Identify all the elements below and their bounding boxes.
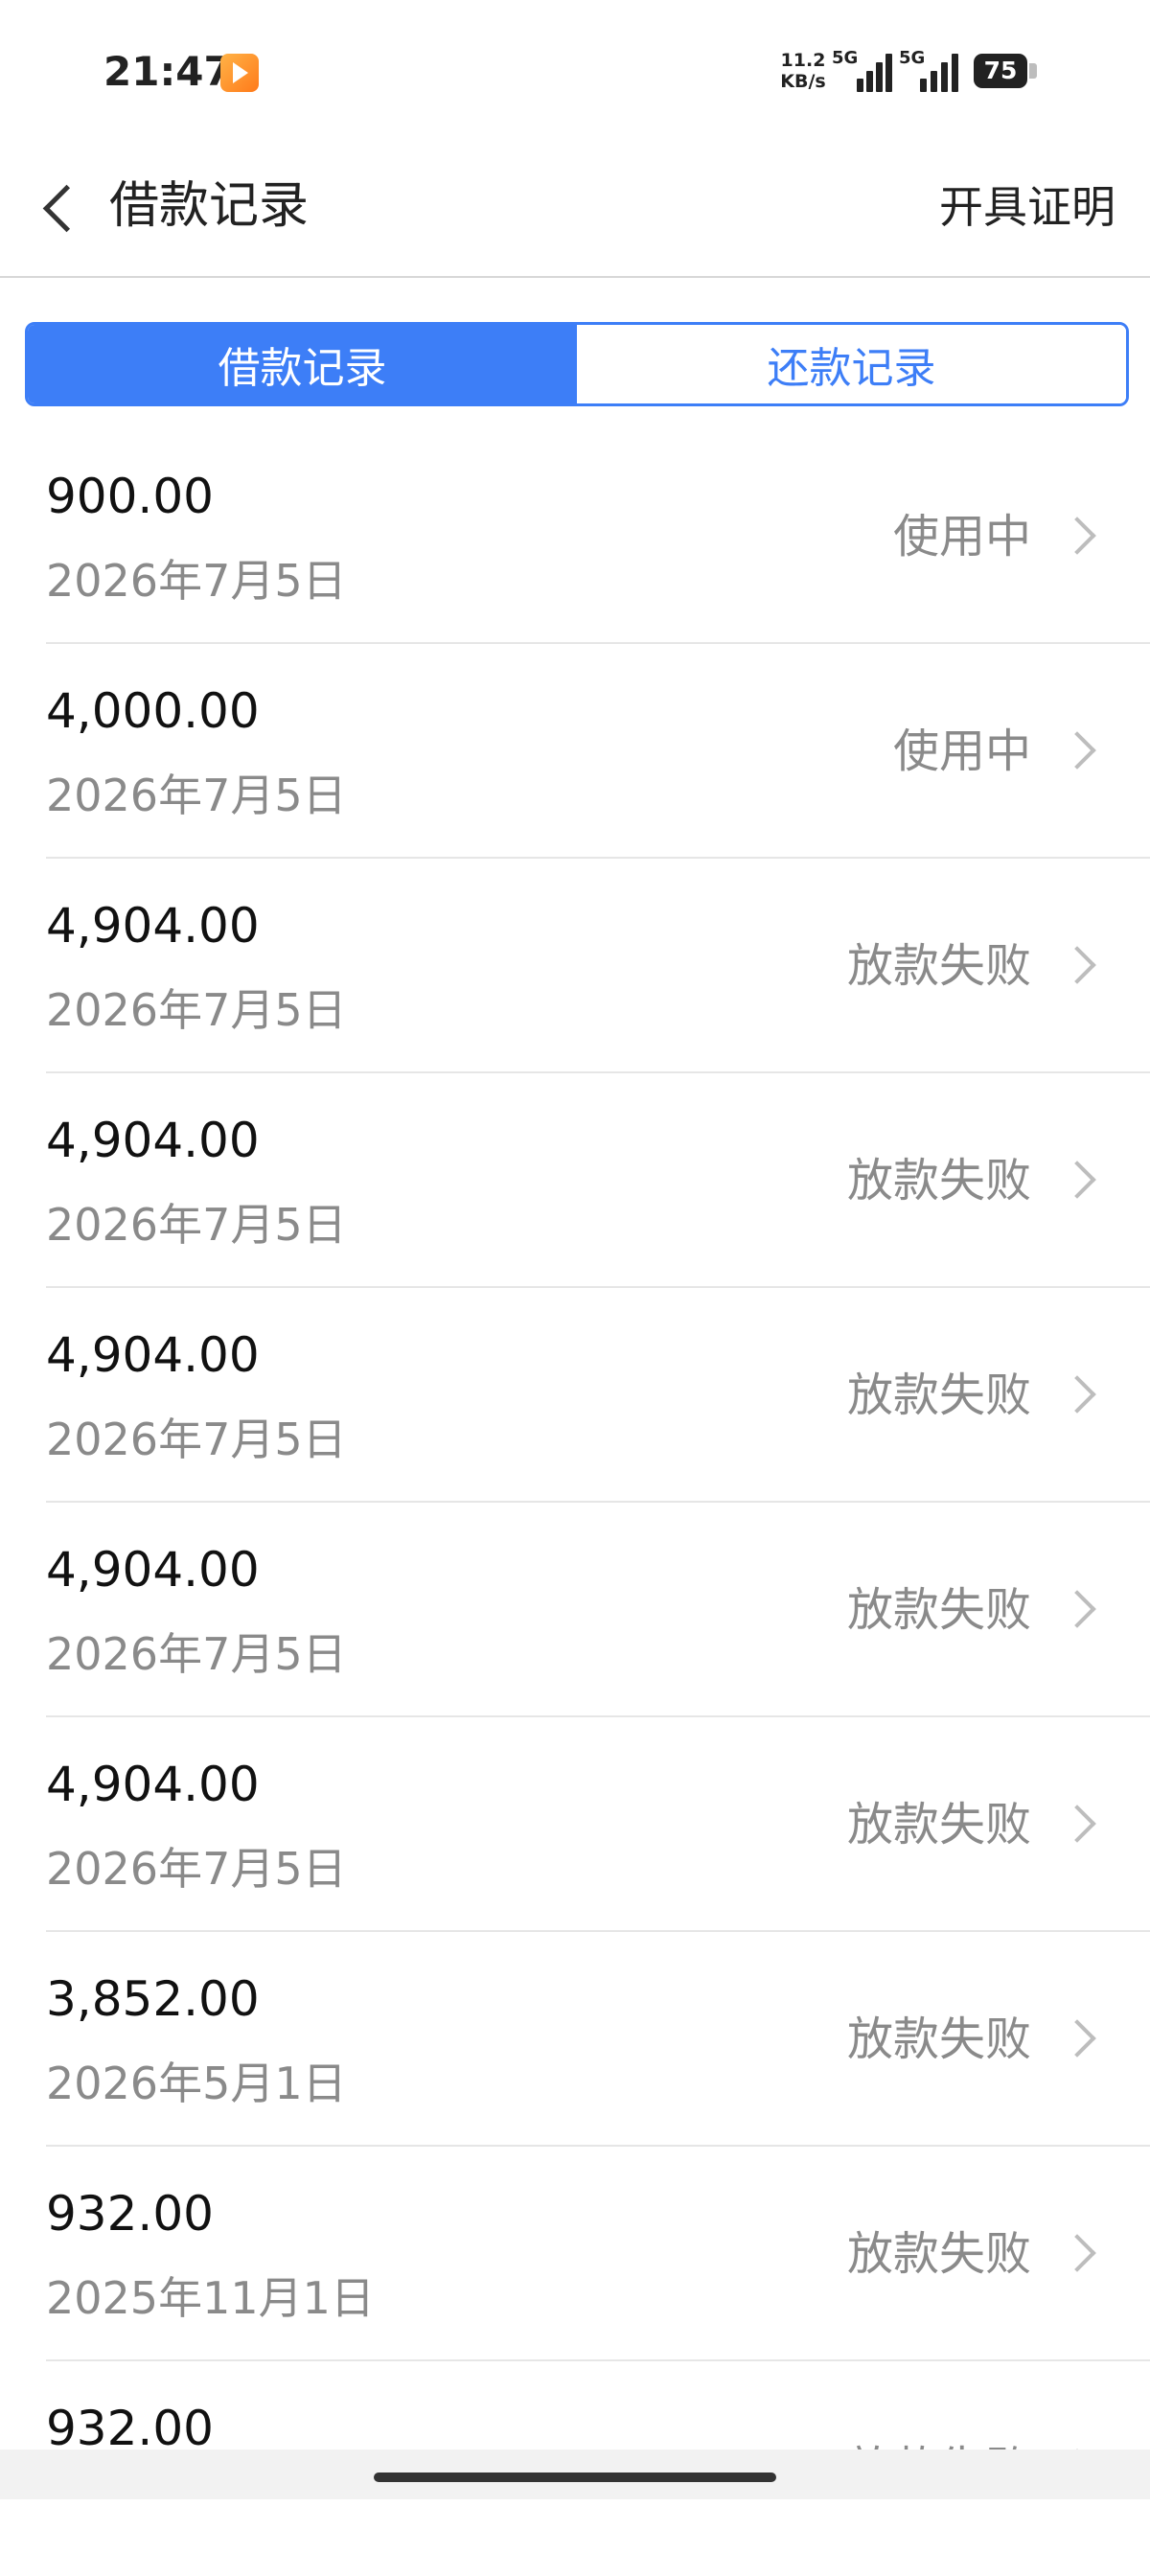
signal-1-icon <box>857 50 895 92</box>
record-date: 2026年7月5日 <box>46 555 347 607</box>
record-status: 使用中 <box>892 510 1031 564</box>
battery-cap <box>1029 63 1037 79</box>
list-item[interactable]: 4,000.00 2026年7月5日 使用中 <box>0 644 1150 859</box>
record-amount: 4,904.00 <box>46 1542 260 1598</box>
list-item[interactable]: 4,904.00 2026年7月5日 放款失败 <box>0 1288 1150 1503</box>
record-date: 2026年7月5日 <box>46 984 347 1036</box>
record-amount: 932.00 <box>46 2401 214 2456</box>
record-status: 放款失败 <box>846 2227 1031 2281</box>
record-date: 2026年7月5日 <box>46 770 347 821</box>
record-tabs: 借款记录 还款记录 <box>25 322 1129 406</box>
list-item[interactable]: 4,904.00 2026年7月5日 放款失败 <box>0 859 1150 1073</box>
record-date: 2026年7月5日 <box>46 1628 347 1680</box>
record-amount: 4,904.00 <box>46 1757 260 1812</box>
tab-repayment-records[interactable]: 还款记录 <box>577 325 1126 403</box>
chevron-right-icon <box>1058 2019 1096 2058</box>
list-item[interactable]: 900.00 2026年7月5日 使用中 <box>0 429 1150 644</box>
battery-icon: 75 <box>974 54 1027 88</box>
chevron-right-icon <box>1058 1161 1096 1199</box>
chevron-right-icon <box>1058 731 1096 770</box>
tab-borrow-records[interactable]: 借款记录 <box>28 325 577 403</box>
record-status: 使用中 <box>892 724 1031 778</box>
record-status: 放款失败 <box>846 1368 1031 1422</box>
record-status: 放款失败 <box>846 2012 1031 2066</box>
list-item[interactable]: 3,852.00 2026年5月1日 放款失败 <box>0 1932 1150 2147</box>
chevron-right-icon <box>1058 2234 1096 2272</box>
chevron-right-icon <box>1058 1375 1096 1414</box>
record-amount: 900.00 <box>46 469 214 524</box>
record-amount: 4,904.00 <box>46 1327 260 1383</box>
network-speed-unit: KB/s <box>780 71 826 92</box>
video-app-icon <box>220 54 259 92</box>
record-amount: 932.00 <box>46 2186 214 2242</box>
record-date: 2026年5月1日 <box>46 2058 347 2109</box>
signal-2-icon <box>920 50 962 92</box>
record-date: 2026年7月5日 <box>46 1843 347 1895</box>
list-item[interactable]: 4,904.00 2026年7月5日 放款失败 <box>0 1503 1150 1717</box>
record-status: 放款失败 <box>846 1798 1031 1852</box>
list-item[interactable]: 932.00 2025年11月1日 放款失败 <box>0 2147 1150 2361</box>
home-indicator[interactable] <box>374 2472 776 2482</box>
status-time: 21:47 <box>104 48 232 95</box>
chevron-left-icon <box>42 184 91 233</box>
record-status: 放款失败 <box>846 939 1031 993</box>
chevron-right-icon <box>1058 1805 1096 1843</box>
page-title: 借款记录 <box>109 177 310 235</box>
record-date: 2026年7月5日 <box>46 1199 347 1251</box>
list-item[interactable]: 4,904.00 2026年7月5日 放款失败 <box>0 1073 1150 1288</box>
chevron-right-icon <box>1058 1590 1096 1628</box>
record-amount: 4,904.00 <box>46 1113 260 1168</box>
record-date: 2025年11月1日 <box>46 2272 375 2324</box>
chevron-right-icon <box>1058 946 1096 984</box>
record-status: 放款失败 <box>846 1583 1031 1637</box>
network-speed-value: 11.2 <box>780 50 826 71</box>
signal-1-label: 5G <box>832 48 859 68</box>
header: 借款记录 开具证明 <box>0 144 1150 278</box>
issue-certificate-button[interactable]: 开具证明 <box>939 175 1116 239</box>
record-list: 900.00 2026年7月5日 使用中 4,000.00 2026年7月5日 … <box>0 429 1150 2576</box>
record-amount: 4,000.00 <box>46 683 260 739</box>
back-button[interactable] <box>29 172 91 240</box>
record-date: 2026年7月5日 <box>46 1414 347 1465</box>
list-item[interactable]: 4,904.00 2026年7月5日 放款失败 <box>0 1717 1150 1932</box>
chevron-right-icon <box>1058 517 1096 555</box>
network-speed: 11.2 KB/s <box>776 50 830 92</box>
record-amount: 4,904.00 <box>46 898 260 954</box>
status-bar: 21:47 11.2 KB/s 5G 5G 75 <box>0 0 1150 144</box>
record-status: 放款失败 <box>846 1154 1031 1208</box>
record-amount: 3,852.00 <box>46 1971 260 2027</box>
